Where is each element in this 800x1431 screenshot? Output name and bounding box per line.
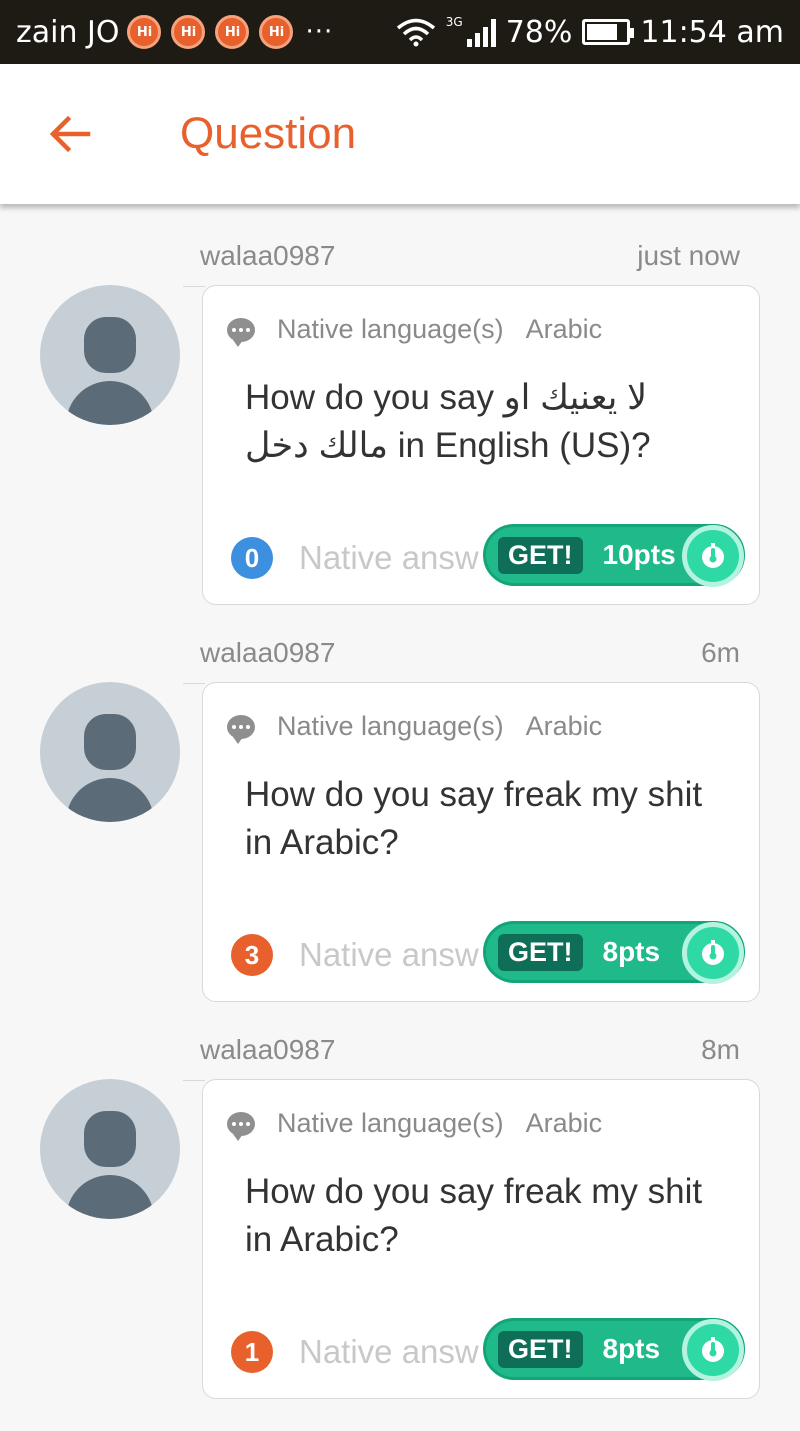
- get-label: GET!: [498, 1330, 583, 1368]
- chat-bubble-icon: [227, 317, 255, 347]
- answer-row[interactable]: 0 Native answ GET! 10pts: [231, 524, 745, 587]
- language-label: Native language(s): [277, 1108, 504, 1138]
- page-title: Question: [180, 109, 357, 158]
- status-bar: zain JO Hi Hi Hi Hi ··· 3G 78% 11:54 am: [0, 0, 800, 64]
- answer-count-badge: 3: [231, 934, 273, 976]
- hellotalk-notification-icon: Hi: [215, 15, 250, 49]
- hellotalk-notification-icon: Hi: [171, 15, 206, 49]
- more-notifications-icon: ···: [305, 17, 334, 47]
- question-item[interactable]: walaa0987 just now Native language(s) Ar…: [0, 240, 800, 637]
- answer-row[interactable]: 3 Native answ GET! 8pts: [231, 921, 745, 984]
- app-bar: Question: [0, 64, 800, 204]
- clock: 11:54 am: [640, 14, 784, 50]
- question-text: How do you say freak my shit in Arabic?: [245, 775, 703, 862]
- stopwatch-icon: [682, 1319, 744, 1381]
- username[interactable]: walaa0987: [200, 1034, 335, 1066]
- stopwatch-icon: [682, 525, 744, 587]
- question-feed[interactable]: walaa0987 just now Native language(s) Ar…: [0, 240, 800, 1431]
- post-time: 6m: [701, 637, 740, 668]
- language-row: Native language(s) Arabic: [227, 314, 603, 347]
- answer-label: Native answ: [299, 936, 479, 973]
- language-row: Native language(s) Arabic: [227, 1108, 603, 1141]
- answer-count-badge: 1: [231, 1331, 273, 1373]
- chat-bubble-icon: [227, 1111, 255, 1141]
- stopwatch-icon: [682, 922, 744, 984]
- post-time: just now: [637, 240, 740, 271]
- battery-icon: [582, 19, 635, 45]
- question-item[interactable]: walaa0987 6m Native language(s) Arabic H…: [0, 637, 800, 1034]
- language-label: Native language(s): [277, 711, 504, 741]
- hellotalk-notification-icon: Hi: [259, 15, 294, 49]
- hellotalk-notification-icon: Hi: [127, 15, 162, 49]
- chat-bubble-icon: [227, 714, 255, 744]
- answer-label: Native answ: [299, 1333, 479, 1370]
- signal-icon: [466, 17, 496, 47]
- question-meta: walaa0987 6m: [200, 637, 740, 669]
- question-card[interactable]: Native language(s) Arabic How do you say…: [183, 682, 760, 1002]
- language-value: Arabic: [525, 711, 603, 741]
- question-card[interactable]: Native language(s) Arabic How do you say…: [183, 1079, 760, 1399]
- username[interactable]: walaa0987: [200, 637, 335, 669]
- battery-percent: 78%: [505, 14, 573, 50]
- question-card[interactable]: Native language(s) Arabic How do you say…: [183, 285, 760, 605]
- avatar[interactable]: [40, 285, 180, 425]
- get-points-button[interactable]: GET! 8pts: [483, 921, 745, 984]
- question-meta: walaa0987 just now: [200, 240, 740, 272]
- question-meta: walaa0987 8m: [200, 1034, 740, 1066]
- language-row: Native language(s) Arabic: [227, 711, 603, 744]
- language-value: Arabic: [525, 1108, 603, 1138]
- network-type: 3G: [445, 15, 463, 29]
- language-value: Arabic: [525, 314, 603, 344]
- arrow-left-icon: [49, 115, 91, 153]
- avatar[interactable]: [40, 682, 180, 822]
- wifi-icon: [396, 18, 435, 47]
- get-label: GET!: [498, 933, 583, 971]
- username[interactable]: walaa0987: [200, 240, 335, 272]
- language-label: Native language(s): [277, 314, 504, 344]
- points-value: 8pts: [602, 936, 661, 967]
- answer-row[interactable]: 1 Native answ GET! 8pts: [231, 1318, 745, 1381]
- question-text: How do you say freak my shit in Arabic?: [245, 1172, 703, 1259]
- points-value: 10pts: [602, 539, 676, 570]
- carrier-name: zain JO: [16, 14, 120, 50]
- get-points-button[interactable]: GET! 10pts: [483, 524, 745, 587]
- points-value: 8pts: [602, 1333, 661, 1364]
- post-time: 8m: [701, 1034, 740, 1065]
- question-text: How do you say لا يعنيك او مالك دخل in E…: [245, 378, 651, 465]
- back-button[interactable]: [0, 64, 140, 204]
- answer-count-badge: 0: [231, 537, 273, 579]
- get-points-button[interactable]: GET! 8pts: [483, 1318, 745, 1381]
- avatar[interactable]: [40, 1079, 180, 1219]
- get-label: GET!: [498, 536, 583, 574]
- question-item[interactable]: walaa0987 8m Native language(s) Arabic H…: [0, 1034, 800, 1431]
- answer-label: Native answ: [299, 539, 479, 576]
